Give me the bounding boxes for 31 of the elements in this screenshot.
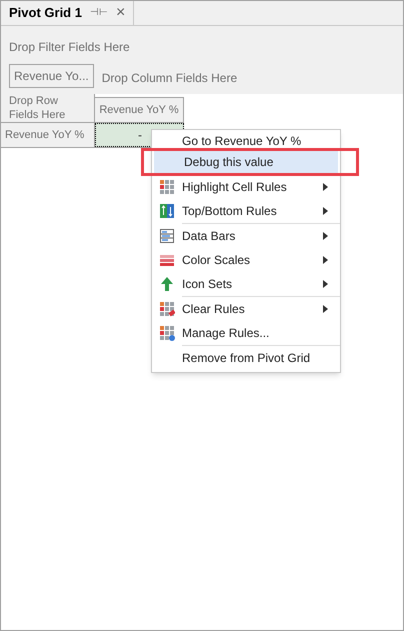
up-arrow-icon	[159, 276, 175, 292]
gear-grid-icon	[159, 325, 175, 341]
submenu-arrow-icon	[323, 207, 328, 215]
submenu-arrow-icon	[323, 183, 328, 191]
submenu-arrow-icon	[323, 305, 328, 313]
field-button[interactable]: Revenue Yo...	[9, 64, 94, 88]
column-header[interactable]: Revenue YoY %	[95, 97, 184, 122]
close-button[interactable]: ×	[116, 4, 126, 20]
submenu-arrow-icon	[323, 232, 328, 240]
menu-item[interactable]: Top/Bottom Rules	[152, 199, 340, 223]
menu-item[interactable]: Highlight Cell Rules	[152, 175, 340, 199]
menu-item[interactable]: Icon Sets	[152, 272, 340, 296]
menu-item[interactable]: Clear Rules	[152, 297, 340, 321]
sort-arrows-icon	[159, 203, 175, 219]
tab-title: Pivot Grid 1	[9, 4, 82, 22]
menu-item[interactable]: Manage Rules...	[152, 321, 340, 345]
menu-item[interactable]: Color Scales	[152, 248, 340, 272]
data-bars-icon	[159, 228, 175, 244]
pin-button[interactable]: ⊣⊢	[90, 5, 108, 20]
menu-item[interactable]: Debug this value	[154, 150, 338, 174]
row-drop-area: Drop Row Fields Here	[1, 94, 95, 122]
menu-item[interactable]: Data Bars	[152, 224, 340, 248]
column-drop-area: Drop Column Fields Here	[102, 69, 238, 87]
grid-icon	[159, 179, 175, 195]
submenu-arrow-icon	[323, 280, 328, 288]
menu-item[interactable]: Remove from Pivot Grid	[152, 346, 340, 370]
filter-drop-area: Drop Filter Fields Here	[1, 26, 403, 64]
color-scales-icon	[159, 252, 175, 268]
submenu-arrow-icon	[323, 256, 328, 264]
eraser-grid-icon	[159, 301, 175, 317]
row-header[interactable]: Revenue YoY %	[1, 123, 95, 147]
